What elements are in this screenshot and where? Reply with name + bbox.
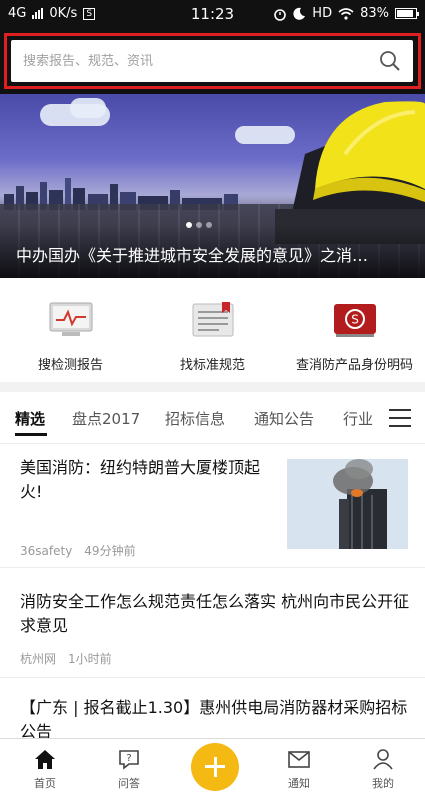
article-item[interactable]: 消防安全工作怎么规范责任怎么落实 杭州向市民公开征求意见 杭州网 1小时前: [0, 568, 425, 678]
quick-link-reports[interactable]: 搜检测报告: [0, 278, 141, 382]
article-time: 1小时前: [68, 652, 112, 666]
article-item[interactable]: 美国消防：纽约特朗普大厦楼顶起火! 36safety 49分钟前: [0, 444, 425, 568]
article-title: 美国消防：纽约特朗普大厦楼顶起火!: [20, 458, 261, 501]
quick-link-id-lookup[interactable]: S 查消防产品身份明码: [284, 278, 425, 382]
alarm-icon: [274, 8, 287, 21]
menu-icon[interactable]: [389, 409, 411, 427]
quick-links: 搜检测报告 找标准规范 S 查消防产品身份明码: [0, 278, 425, 382]
add-button[interactable]: [191, 743, 239, 791]
quick-link-label: 找标准规范: [179, 358, 245, 373]
category-tabs: 精选 盘点2017 招标信息 通知公告 行业: [0, 392, 425, 444]
hd-indicator: HD: [312, 6, 333, 21]
document-icon: [192, 302, 234, 337]
nav-profile[interactable]: 我的: [348, 739, 418, 796]
search-bar[interactable]: [11, 40, 413, 82]
wifi-icon: [338, 7, 354, 20]
banner-caption: 中办国办《关于推进城市安全发展的意见》之消…: [16, 246, 369, 265]
nav-label: 通知: [288, 777, 310, 790]
quick-link-label: 查消防产品身份明码: [295, 358, 413, 373]
svg-text:S: S: [351, 313, 359, 327]
article-thumbnail: [287, 459, 408, 549]
nav-label: 首页: [34, 777, 56, 790]
article-source: 36safety: [20, 544, 73, 558]
tab-featured[interactable]: 精选: [15, 408, 45, 429]
search-header: [0, 28, 425, 94]
article-source: 杭州网: [20, 652, 57, 666]
quick-link-standards[interactable]: 找标准规范: [142, 278, 283, 382]
banner-caption-overlay: 中办国办《关于推进城市安全发展的意见》之消…: [0, 224, 425, 278]
nav-qa[interactable]: ? 问答: [94, 739, 164, 796]
svg-text:?: ?: [126, 753, 131, 764]
quick-link-label: 搜检测报告: [37, 358, 103, 373]
nav-label: 问答: [118, 777, 140, 790]
question-chat-icon: ?: [119, 750, 139, 770]
tab-industry[interactable]: 行业: [343, 408, 373, 429]
user-icon: [373, 749, 393, 770]
moon-icon: [293, 7, 306, 20]
nav-label: 我的: [372, 777, 394, 790]
home-icon: [35, 750, 55, 769]
cloud: [70, 98, 106, 118]
news-feed: 美国消防：纽约特朗普大厦楼顶起火! 36safety 49分钟前 消防安全工作怎么…: [0, 444, 425, 738]
search-icon[interactable]: [379, 50, 401, 72]
nav-home[interactable]: 首页: [10, 739, 80, 796]
battery-icon: [395, 8, 419, 19]
news-banner[interactable]: 中办国办《关于推进城市安全发展的意见》之消…: [0, 94, 425, 278]
article-meta: 36safety 49分钟前: [20, 542, 136, 559]
tab-notices[interactable]: 通知公告: [254, 408, 314, 429]
active-tab-indicator: [15, 433, 47, 436]
battery-percent: 83%: [360, 6, 389, 21]
nav-notifications[interactable]: 通知: [264, 739, 334, 796]
hard-hat-image: [275, 101, 425, 244]
burning-tower-image: [287, 459, 408, 549]
mail-icon: [288, 751, 310, 768]
article-title: 【广东 | 报名截止1.30】惠州供电局消防器材采购招标公告: [20, 698, 408, 738]
plus-icon: [213, 757, 217, 777]
monitor-report-icon: [49, 302, 93, 336]
tab-review-2017[interactable]: 盘点2017: [72, 408, 140, 429]
tab-tenders[interactable]: 招标信息: [165, 408, 225, 429]
search-input[interactable]: [11, 40, 371, 82]
article-meta: 杭州网 1小时前: [20, 650, 112, 667]
article-item[interactable]: 【广东 | 报名截止1.30】惠州供电局消防器材采购招标公告: [0, 678, 425, 738]
article-time: 49分钟前: [84, 544, 136, 558]
id-card-icon: S: [334, 304, 376, 337]
status-bar: 4G 0K/s S 11:23 HD 83%: [0, 0, 425, 28]
article-title: 消防安全工作怎么规范责任怎么落实 杭州向市民公开征求意见: [20, 592, 410, 635]
